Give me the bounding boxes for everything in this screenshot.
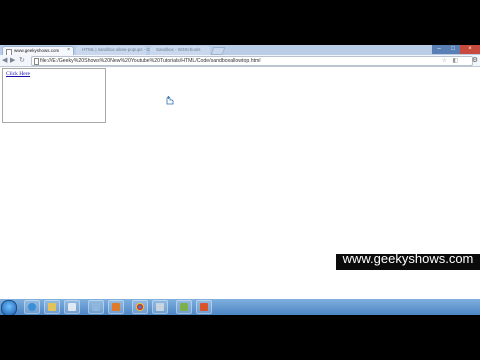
minimize-icon[interactable]: – (432, 45, 446, 54)
sandbox-iframe: Click Here (2, 68, 106, 123)
close-icon[interactable]: × (67, 47, 70, 53)
taskbar-ie-icon[interactable] (24, 300, 40, 314)
screen: www.geekyshows.com × HTML | sandbox allo… (0, 45, 480, 315)
new-tab-button[interactable] (210, 47, 226, 55)
watermark: www.geekyshows.com (342, 251, 474, 266)
tab-strip: www.geekyshows.com × HTML | sandbox allo… (0, 45, 480, 56)
forward-icon[interactable]: ▶ (10, 56, 15, 65)
wrench-icon[interactable]: ⚙ (472, 55, 478, 66)
taskbar-user-icon[interactable] (88, 300, 104, 314)
taskbar-paint-icon[interactable] (196, 300, 212, 314)
tab-title: Sandbox - W3Schools (156, 47, 201, 52)
click-here-link[interactable]: Click Here (6, 71, 30, 77)
tab-title: www.geekyshows.com (14, 48, 60, 53)
page-content: Click Here (0, 67, 480, 315)
star-icon[interactable]: ☆ (442, 57, 447, 65)
browser-toolbar: ◀ ▶ ↻ file:///E:/Geeky%20Shows%20New%20Y… (0, 55, 480, 67)
taskbar-book-icon[interactable] (64, 300, 80, 314)
taskbar-app-icon[interactable] (152, 300, 168, 314)
taskbar-media-icon[interactable] (108, 300, 124, 314)
back-icon[interactable]: ◀ (2, 56, 7, 65)
reload-icon[interactable]: ↻ (19, 56, 25, 65)
start-button[interactable] (1, 300, 17, 315)
tab-search[interactable]: HTML | sandbox allow-popups - Google (76, 46, 161, 55)
close-window-icon[interactable]: × (460, 45, 480, 54)
hand-cursor-icon (166, 96, 174, 105)
taskbar-explorer-icon[interactable] (44, 300, 60, 314)
taskbar (0, 299, 480, 315)
taskbar-notepad-icon[interactable] (176, 300, 192, 314)
maximize-icon[interactable]: □ (446, 45, 460, 54)
file-icon (34, 58, 39, 65)
page-action-icon[interactable]: ◧ (452, 57, 458, 65)
tab-w3schools[interactable]: Sandbox - W3Schools (150, 46, 210, 55)
window-controls: – □ × (432, 45, 480, 54)
url-text: file:///E:/Geeky%20Shows%20New%20Youtube… (40, 58, 261, 64)
taskbar-chrome-icon[interactable] (132, 300, 148, 314)
address-bar[interactable]: file:///E:/Geeky%20Shows%20New%20Youtube… (31, 56, 473, 66)
